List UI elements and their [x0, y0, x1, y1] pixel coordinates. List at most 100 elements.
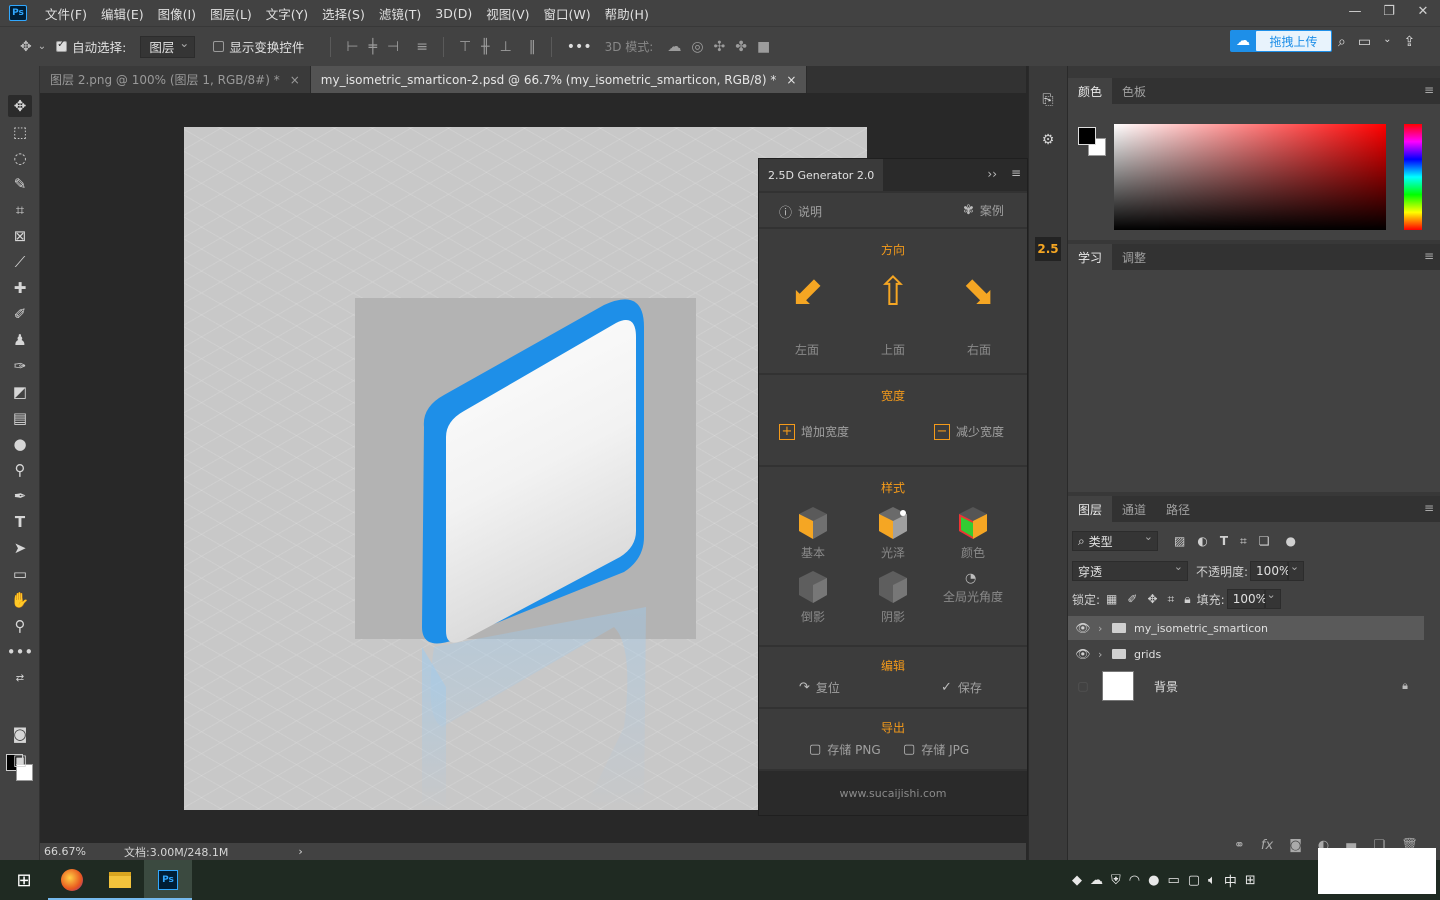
- menu-filter[interactable]: 滤镜(T): [379, 4, 421, 23]
- gloss-style-label[interactable]: 光泽: [863, 547, 923, 559]
- panel-menu-icon[interactable]: ≡: [1424, 83, 1434, 97]
- tab-channels[interactable]: 通道: [1112, 496, 1156, 522]
- lock-image-icon[interactable]: ✐: [1127, 592, 1137, 606]
- color-style-label[interactable]: 颜色: [943, 547, 1003, 559]
- screen-mode-icon[interactable]: ▣: [8, 749, 32, 771]
- panel-menu-icon[interactable]: ≡: [1011, 166, 1021, 180]
- filter-type-icon[interactable]: T: [1220, 534, 1228, 548]
- panel-menu-icon[interactable]: ≡: [1424, 249, 1434, 263]
- hue-slider[interactable]: [1404, 124, 1422, 230]
- crop-tool-icon[interactable]: ⌗: [8, 199, 32, 221]
- add-mask-icon[interactable]: ◙: [1289, 838, 1302, 853]
- swap-colors-icon[interactable]: ⇄: [8, 667, 32, 689]
- 3d-roll-icon[interactable]: ◎: [691, 39, 703, 55]
- marquee-tool-icon[interactable]: ⬚: [8, 121, 32, 143]
- tab-isometric-psd[interactable]: my_isometric_smarticon-2.psd @ 66.7% (my…: [310, 66, 808, 93]
- panel-menu-icon[interactable]: ≡: [1424, 501, 1434, 515]
- tray-cloud-icon[interactable]: ☁: [1090, 873, 1103, 888]
- tray-message-icon[interactable]: ▢: [1188, 873, 1200, 888]
- auto-select-checkbox[interactable]: [56, 39, 68, 52]
- blend-mode-select[interactable]: 穿透: [1072, 560, 1188, 581]
- tab-adjustments[interactable]: 调整: [1112, 244, 1156, 270]
- layer-row-grids[interactable]: 👁︎ › grids: [1068, 642, 1424, 666]
- link-layers-icon[interactable]: ⚭: [1234, 838, 1245, 853]
- edit-toolbar-icon[interactable]: •••: [7, 641, 34, 663]
- shadow-style-label[interactable]: 阴影: [863, 611, 923, 623]
- filter-adjustment-icon[interactable]: ◐: [1197, 534, 1207, 548]
- file-explorer-icon[interactable]: [96, 860, 144, 900]
- share-icon[interactable]: ⇪: [1403, 34, 1415, 50]
- windows-start-icon[interactable]: ⊞: [0, 860, 48, 900]
- global-light-icon[interactable]: ◔: [965, 571, 976, 586]
- gradient-tool-icon[interactable]: ▤: [8, 407, 32, 429]
- 3d-scale-icon[interactable]: ■: [757, 39, 770, 55]
- align-bottom-icon[interactable]: ⊥: [500, 39, 512, 55]
- eraser-tool-icon[interactable]: ◩: [8, 381, 32, 403]
- brush-tool-icon[interactable]: ✐: [8, 303, 32, 325]
- search-icon[interactable]: ⌕: [1338, 34, 1346, 50]
- generator-panel-button[interactable]: 2.5: [1035, 237, 1061, 261]
- menu-image[interactable]: 图像(I): [158, 4, 196, 23]
- eyedropper-tool-icon[interactable]: ⟋: [8, 251, 32, 273]
- tab-layers[interactable]: 图层: [1068, 496, 1113, 522]
- distribute-vertical-icon[interactable]: ≡: [416, 39, 428, 55]
- expand-chevron-icon[interactable]: ›: [1098, 622, 1108, 635]
- blur-tool-icon[interactable]: ●: [8, 433, 32, 455]
- collapse-panel-icon[interactable]: ››: [987, 167, 997, 181]
- tray-app-icon[interactable]: ◆: [1072, 873, 1082, 888]
- path-select-tool-icon[interactable]: ➤: [8, 537, 32, 559]
- align-vcenter-icon[interactable]: ╫: [481, 39, 489, 55]
- tab-swatches[interactable]: 色板: [1112, 78, 1156, 104]
- increase-width-button[interactable]: + 增加宽度: [779, 423, 849, 440]
- help-link[interactable]: ⓘ 说明: [779, 202, 822, 221]
- opacity-dropdown[interactable]: [1288, 560, 1305, 581]
- restore-button[interactable]: ❐: [1372, 0, 1406, 22]
- healing-brush-tool-icon[interactable]: ✚: [8, 277, 32, 299]
- clone-stamp-tool-icon[interactable]: ♟: [8, 329, 32, 351]
- fill-dropdown[interactable]: [1264, 588, 1281, 609]
- wifi-icon[interactable]: ◠: [1129, 873, 1140, 888]
- lock-position-icon[interactable]: ✥: [1147, 592, 1157, 606]
- pen-tool-icon[interactable]: ✒: [8, 485, 32, 507]
- menu-window[interactable]: 窗口(W): [544, 4, 591, 23]
- lock-transparent-icon[interactable]: ▦: [1106, 592, 1117, 606]
- 3d-orbit-icon[interactable]: ☁: [667, 39, 681, 55]
- volume-icon[interactable]: 🔈︎: [1208, 873, 1216, 888]
- align-top-icon[interactable]: ⊤: [459, 39, 471, 55]
- right-face-arrow-icon[interactable]: ⬊: [949, 269, 1009, 315]
- reset-button[interactable]: ↷ 复位: [799, 679, 840, 696]
- eye-icon[interactable]: 👁︎: [1068, 621, 1098, 635]
- align-left-icon[interactable]: ⊢: [346, 39, 358, 55]
- tray-shield-icon[interactable]: ⛨: [1111, 873, 1121, 888]
- 3d-pan-icon[interactable]: ✣: [714, 39, 726, 55]
- menu-3d[interactable]: 3D(D): [435, 6, 472, 21]
- filter-smart-object-icon[interactable]: ❏: [1259, 534, 1270, 548]
- history-brush-tool-icon[interactable]: ✑: [8, 355, 32, 377]
- quick-select-tool-icon[interactable]: ✎: [8, 173, 32, 195]
- ime-indicator[interactable]: 中: [1224, 871, 1237, 890]
- eye-icon[interactable]: 👁︎: [1068, 647, 1098, 661]
- properties-panel-icon[interactable]: ⚙: [1035, 128, 1061, 152]
- workspace-chevron-icon[interactable]: ⌄: [1383, 34, 1391, 50]
- menu-layer[interactable]: 图层(L): [210, 4, 252, 23]
- rectangle-tool-icon[interactable]: ▭: [8, 563, 32, 585]
- lasso-tool-icon[interactable]: ◌: [8, 147, 32, 169]
- left-face-label[interactable]: 左面: [777, 341, 837, 358]
- save-png-button[interactable]: ▢ 存储 PNG: [809, 741, 881, 758]
- menu-type[interactable]: 文字(Y): [266, 4, 308, 23]
- lock-all-icon[interactable]: 🔒︎: [1184, 592, 1190, 607]
- close-tab-icon[interactable]: ×: [786, 73, 796, 87]
- filter-shape-icon[interactable]: ⌗: [1240, 534, 1247, 549]
- tab-learn[interactable]: 学习: [1068, 244, 1113, 270]
- menu-edit[interactable]: 编辑(E): [101, 4, 144, 23]
- reflection-style-cube-icon[interactable]: [799, 571, 827, 603]
- frame-tool-icon[interactable]: ⊠: [8, 225, 32, 247]
- tray-qq-icon[interactable]: ●: [1148, 873, 1159, 888]
- tab-color[interactable]: 颜色: [1068, 78, 1113, 104]
- right-face-label[interactable]: 右面: [949, 341, 1009, 358]
- align-hcenter-icon[interactable]: ╪: [369, 39, 377, 55]
- expand-chevron-icon[interactable]: ›: [1098, 648, 1108, 661]
- align-right-icon[interactable]: ⊣: [387, 39, 399, 55]
- basic-style-cube-icon[interactable]: [799, 507, 827, 539]
- layer-row-my-isometric-smarticon[interactable]: 👁︎ › my_isometric_smarticon: [1068, 616, 1424, 640]
